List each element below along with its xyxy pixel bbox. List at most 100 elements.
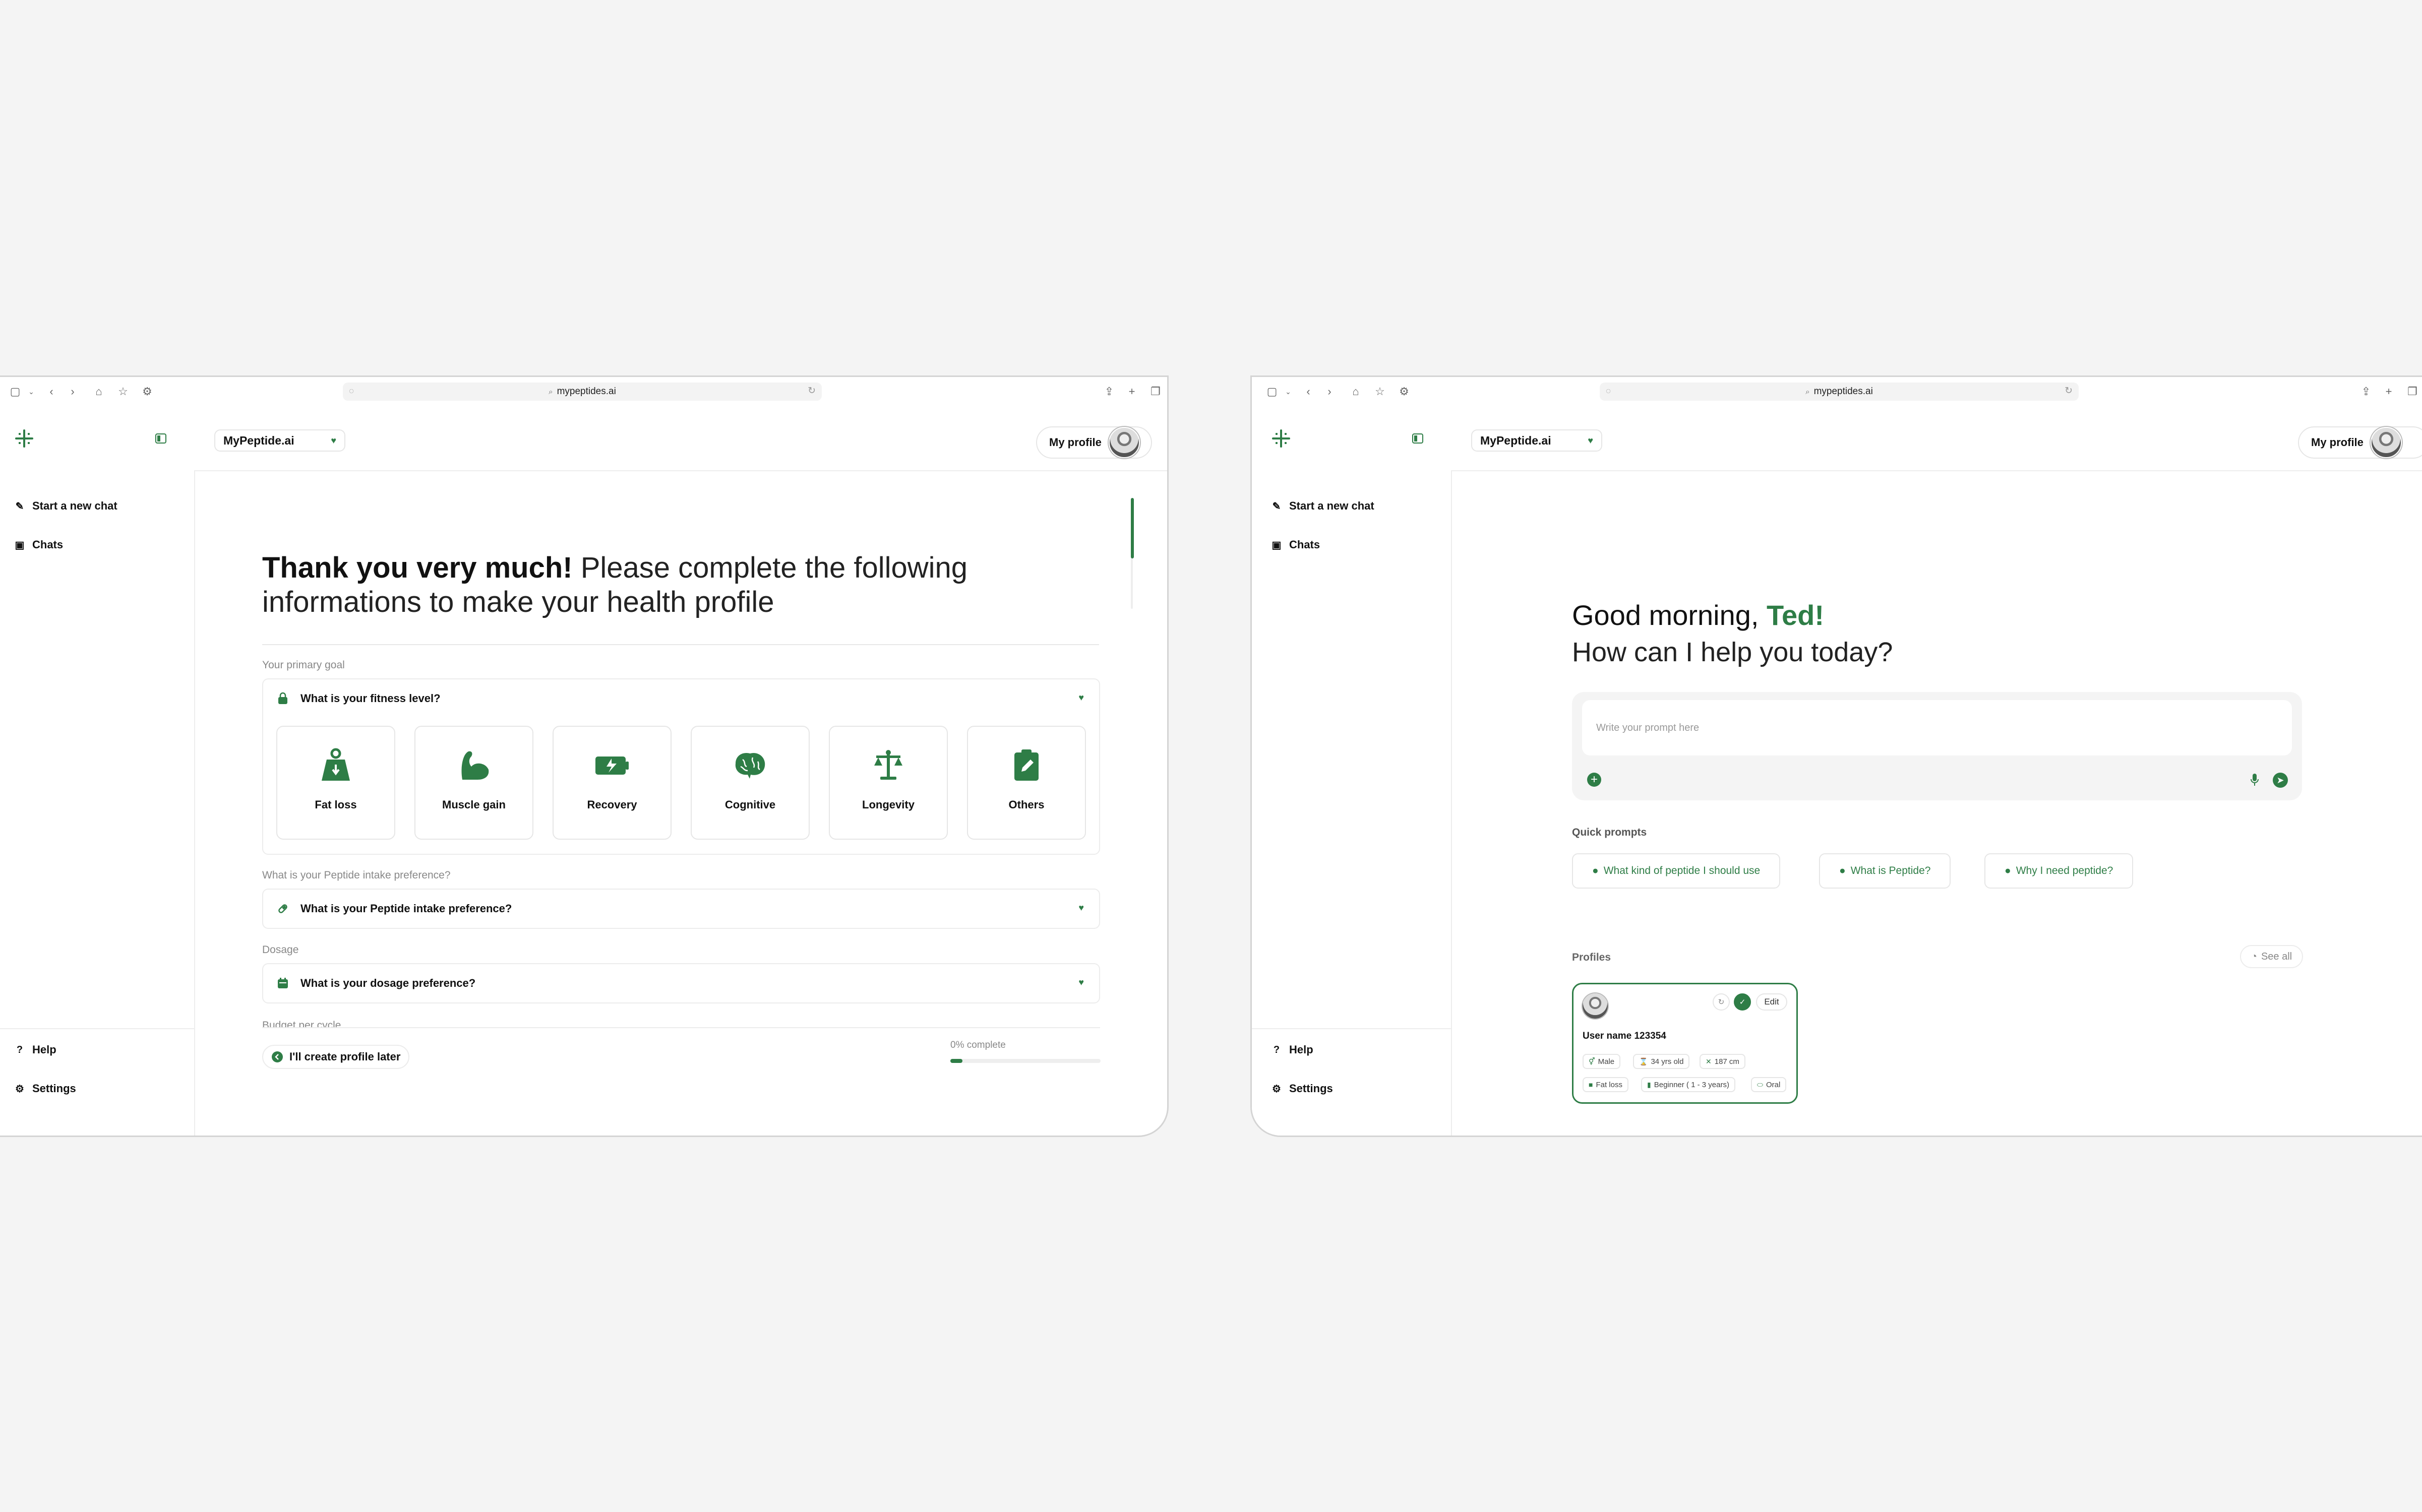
quick-prompt-chip[interactable]: ● Why I need peptide? xyxy=(1984,853,2134,889)
chevron-down-icon[interactable]: ♥ xyxy=(1078,692,1084,703)
share-icon[interactable]: ⇪ xyxy=(2360,386,2372,398)
share-icon[interactable]: ⇪ xyxy=(1103,386,1115,398)
sidebar-item-new-chat[interactable]: ✎ Start a new chat xyxy=(14,499,117,513)
see-all-button[interactable]: ◔ See all xyxy=(2240,945,2303,968)
profile-tag: ▮ Beginner ( 1 - 3 years) xyxy=(1641,1077,1735,1092)
accordion-header[interactable]: What is your fitness level? xyxy=(276,679,441,718)
sidebar-item-chats[interactable]: ▣ Chats xyxy=(1271,538,1320,551)
back-icon[interactable]: ‹ xyxy=(1302,386,1314,398)
avatar xyxy=(1583,993,1608,1019)
prompt-input[interactable] xyxy=(1582,700,2292,755)
goal-card-others[interactable]: Others xyxy=(967,726,1086,840)
collapse-sidebar-icon[interactable] xyxy=(1412,433,1423,444)
sidebar-item-help[interactable]: ? Help xyxy=(1271,1043,1313,1056)
forward-icon[interactable]: › xyxy=(1323,386,1336,398)
scrollbar-thumb[interactable] xyxy=(1131,498,1134,558)
greeting: Good morning, Ted! xyxy=(1572,599,1824,632)
profile-card[interactable]: ↻ ✓ Edit User name 123354 ⚥ Male ⌛ 34 yrs … xyxy=(1572,983,1798,1104)
sidebar-item-help[interactable]: ? Help xyxy=(14,1043,56,1056)
profile-tag: ✕ 187 cm xyxy=(1700,1054,1745,1069)
goal-label: Longevity xyxy=(862,798,915,811)
gear-icon[interactable]: ⚙ xyxy=(1398,386,1410,398)
home-icon[interactable]: ⌂ xyxy=(1350,386,1362,398)
weight-icon xyxy=(318,747,354,783)
goal-label: Muscle gain xyxy=(442,798,506,811)
pill-icon xyxy=(276,902,289,915)
sidebar-item-chats[interactable]: ▣ Chats xyxy=(14,538,64,551)
star-icon[interactable]: ☆ xyxy=(117,386,129,398)
goal-card-cognitive[interactable]: Cognitive xyxy=(691,726,810,840)
sidebar-toggle-icon[interactable]: ▢ xyxy=(9,386,21,398)
forward-icon[interactable]: › xyxy=(67,386,79,398)
tag-label: Oral xyxy=(1766,1080,1781,1089)
gear-icon[interactable]: ⚙ xyxy=(141,386,153,398)
quick-prompt-chip[interactable]: ● What is Peptide? xyxy=(1819,853,1951,889)
chevron-down-icon[interactable]: ⌄ xyxy=(25,386,37,398)
goal-label: Others xyxy=(1008,798,1045,811)
goal-card-muscle-gain[interactable]: Muscle gain xyxy=(414,726,533,840)
reload-icon[interactable]: ↻ xyxy=(808,385,816,397)
accordion-header[interactable]: What is your dosage preference? xyxy=(276,964,475,1002)
tag-label: Male xyxy=(1598,1057,1615,1066)
tabs-icon[interactable]: ❐ xyxy=(1149,386,1162,398)
create-profile-later-button[interactable]: I'll create profile later xyxy=(262,1045,410,1069)
address-bar[interactable]: ◌ ⌕ mypeptides.ai ↻ xyxy=(1600,383,2079,401)
new-tab-icon[interactable]: + xyxy=(1126,386,1138,398)
home-icon[interactable]: ⌂ xyxy=(93,386,105,398)
collapse-sidebar-icon[interactable] xyxy=(155,433,166,444)
sidebar-item-new-chat[interactable]: ✎ Start a new chat xyxy=(1271,499,1374,513)
refresh-icon[interactable]: ↻ xyxy=(1713,993,1730,1011)
back-icon[interactable]: ‹ xyxy=(45,386,57,398)
app-selector[interactable]: MyPeptide.ai ♥ xyxy=(214,429,345,452)
address-bar[interactable]: ◌ ⌕ mypeptides.ai ↻ xyxy=(343,383,822,401)
add-attachment-icon[interactable]: + xyxy=(1587,773,1601,787)
chevron-down-icon: ♥ xyxy=(1588,435,1593,446)
divider xyxy=(262,644,1099,645)
tabs-icon[interactable]: ❐ xyxy=(2406,386,2418,398)
lock-bag-icon xyxy=(276,692,289,705)
accordion-fitness-level[interactable]: What is your fitness level? ♥ Fat loss M… xyxy=(262,678,1100,855)
new-tab-icon[interactable]: + xyxy=(2383,386,2395,398)
section-label-budget: Budget per cycle xyxy=(262,1020,341,1028)
prompt-composer: + ➤ xyxy=(1572,692,2302,800)
app-selector[interactable]: MyPeptide.ai ♥ xyxy=(1471,429,1602,452)
edit-profile-button[interactable]: Edit xyxy=(1756,993,1787,1011)
section-label-dosage: Dosage xyxy=(262,944,299,956)
accordion-header[interactable]: What is your Peptide intake preference? xyxy=(276,890,512,928)
sidebar-toggle-icon[interactable]: ▢ xyxy=(1266,386,1278,398)
muscle-icon xyxy=(456,747,492,783)
profile-button[interactable]: My profile xyxy=(2298,426,2422,459)
progress-label: 0% complete xyxy=(950,1040,1006,1050)
quick-prompt-chip[interactable]: ● What kind of peptide I should use xyxy=(1572,853,1781,889)
check-icon[interactable]: ✓ xyxy=(1734,993,1751,1011)
gender-icon: ⚥ xyxy=(1589,1057,1595,1065)
sidebar-item-settings[interactable]: ⚙ Settings xyxy=(14,1082,76,1095)
microphone-icon[interactable] xyxy=(2248,773,2262,787)
app-logo-icon[interactable] xyxy=(1271,428,1291,449)
chevron-down-icon[interactable]: ♥ xyxy=(1078,977,1084,988)
edit-icon: ✎ xyxy=(15,500,24,512)
sidebar-item-settings[interactable]: ⚙ Settings xyxy=(1271,1082,1333,1095)
sidebar-item-label: Start a new chat xyxy=(1289,499,1374,512)
goal-card-recovery[interactable]: Recovery xyxy=(553,726,672,840)
app-logo-icon[interactable] xyxy=(14,428,34,449)
chevron-down-icon[interactable]: ♥ xyxy=(1078,903,1084,913)
section-label-intake: What is your Peptide intake preference? xyxy=(262,869,451,881)
battery-icon xyxy=(594,747,630,783)
top-bar: MyPeptide.ai ♥ My profile xyxy=(1451,407,2422,471)
accordion-dosage-preference[interactable]: What is your dosage preference? ♥ xyxy=(262,963,1100,1003)
send-icon[interactable]: ➤ xyxy=(2273,773,2288,788)
star-icon[interactable]: ☆ xyxy=(1374,386,1386,398)
profile-tag: ⌛ 34 yrs old xyxy=(1633,1054,1690,1069)
accordion-intake-preference[interactable]: What is your Peptide intake preference? … xyxy=(262,889,1100,929)
greeting-name: Ted! xyxy=(1766,599,1825,631)
goal-card-longevity[interactable]: Longevity xyxy=(829,726,948,840)
chevron-down-icon[interactable]: ⌄ xyxy=(1282,386,1294,398)
greeting-prefix: Good morning, xyxy=(1572,599,1767,631)
profile-button[interactable]: My profile xyxy=(1036,426,1152,459)
reload-icon[interactable]: ↻ xyxy=(2065,385,2073,397)
chevron-down-icon: ♥ xyxy=(331,435,336,446)
shield-icon: ◌ xyxy=(349,386,354,396)
tag-label: 34 yrs old xyxy=(1651,1057,1684,1066)
goal-card-fat-loss[interactable]: Fat loss xyxy=(276,726,395,840)
